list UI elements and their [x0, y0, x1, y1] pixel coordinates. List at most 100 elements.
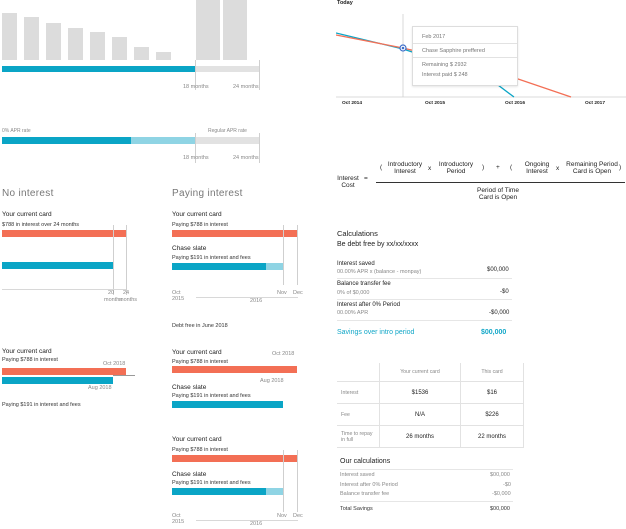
line-chart-x-label-1: Oct 2014 — [342, 101, 363, 106]
top-label-24: 24 months — [233, 84, 259, 90]
no-interest-axis-20 — [113, 225, 114, 295]
calc-row-3-sub: 00.00% APR — [337, 310, 369, 316]
mid2-blue-bar — [172, 401, 283, 408]
calc-row-2-value: -$0 — [500, 289, 509, 295]
line-chart-tooltip: Feb 2017 Chase Sapphire preffered Remain… — [412, 26, 518, 86]
our-calcs-row-1-label: Interest saved — [340, 472, 375, 478]
paying-year-rule — [196, 297, 298, 298]
mid3-lightblue-bar — [266, 488, 283, 495]
mid2-title: Your current card — [172, 349, 222, 356]
no-interest-tick-20: 20 — [108, 290, 115, 296]
left2-desc: Paying $788 in interest — [2, 357, 58, 363]
left2-blue-bar — [2, 377, 113, 384]
compare-cell-this: $16 — [460, 381, 524, 404]
left2-fees: Paying $191 in interest and fees — [2, 402, 81, 408]
formula-intro-interest: Introductory Interest — [387, 161, 423, 175]
mid3-year-rule — [196, 520, 298, 521]
compare-cell-pad — [524, 426, 585, 448]
paying-2016: 2016 — [250, 298, 263, 304]
compare-cell-current: N/A — [379, 403, 461, 426]
apr-bar-regular — [195, 137, 259, 144]
mid3-desc: Paying $788 in interest — [172, 447, 228, 453]
left2-orange-bar — [2, 368, 126, 375]
mid2-desc: Paying $788 in interest — [172, 359, 228, 365]
mid2-aug2018: Aug 2018 — [260, 378, 284, 384]
calc-row-3-label: Interest after 0% Period — [337, 302, 401, 308]
compare-header-this: This card — [460, 363, 524, 382]
compare-cell-label: Interest — [337, 381, 380, 404]
top-chart-bar — [196, 0, 220, 60]
top-chart-bar — [112, 37, 127, 60]
calc-row-3-value: -$0,000 — [489, 310, 510, 316]
top-divider-24 — [259, 60, 260, 90]
our-calcs-row-2-label: Interest after 0% Period — [340, 482, 398, 488]
top-chart-bar — [24, 17, 39, 60]
paying-lightblue-bar — [266, 263, 283, 270]
our-calcs-total-value: $00,000 — [490, 506, 510, 512]
line-chart-x-label-4: Oct 2017 — [585, 101, 606, 106]
compare-cell-current: $1536 — [379, 381, 461, 404]
tooltip-date: Feb 2017 — [422, 34, 446, 40]
compare-cell-this: $226 — [460, 403, 524, 426]
mid2-slate-title: Chase slate — [172, 384, 207, 391]
formula-remaining-period: Remaining Period Card is Open — [566, 161, 618, 175]
apr-divider-24 — [259, 133, 260, 163]
top-bar-chart — [0, 0, 262, 62]
paying-slate-desc: Paying $191 in interest and fees — [172, 255, 251, 261]
formula-plus: + — [496, 164, 500, 171]
mid3-blue-bar — [172, 488, 266, 495]
mid2-oct2018: Oct 2018 — [272, 351, 295, 357]
no-interest-blue-bar — [2, 262, 113, 269]
calc-row-2-sub: 0% of $0,000 — [337, 290, 370, 296]
compare-cell-label: Fee — [337, 403, 380, 426]
mid3-axis-nov — [283, 450, 284, 512]
top-progress-filled — [2, 66, 195, 72]
mid3-slate-desc: Paying $191 in interest and fees — [172, 480, 251, 486]
paying-blue-bar — [172, 263, 266, 270]
tooltip-remaining: Remaining $ 2932 — [422, 62, 467, 68]
top-progress-remaining — [195, 66, 259, 72]
formula-fraction-line — [376, 182, 625, 183]
left2-rule — [113, 375, 135, 376]
calculations-debt-free: Be debt free by xx/xx/xxxx — [337, 241, 419, 248]
mid3-dec: Dec — [293, 513, 303, 519]
compare-table: Your current card This card Interest $15… — [337, 363, 584, 448]
formula-eq: = — [364, 175, 368, 182]
formula-paren-close-2: ) — [619, 164, 622, 171]
calc-row-1-value: $00,000 — [487, 267, 509, 273]
paying-nov: Nov — [277, 290, 287, 296]
paying-orange-bar — [172, 230, 297, 237]
apr-left-label: 0% APR rate — [2, 128, 31, 134]
apr-label-24: 24 months — [233, 155, 259, 161]
compare-cell-current: 26 months — [379, 425, 461, 448]
calc-total-label: Savings over intro period — [337, 329, 415, 336]
calc-row-2-label: Balance transfer fee — [337, 281, 391, 287]
formula-paren-close: ) — [482, 164, 485, 171]
left2-oct2018: Oct 2018 — [103, 361, 126, 367]
no-interest-tick-24: 24 — [123, 290, 130, 296]
paying-axis-dec — [297, 225, 298, 285]
top-chart-bar — [156, 52, 171, 60]
our-calcs-title: Our calculations — [340, 458, 391, 465]
tooltip-divider-1 — [413, 43, 517, 44]
formula-ongoing-interest: Ongoing Interest — [524, 161, 550, 175]
our-calcs-divider-top — [340, 469, 513, 470]
formula-lhs: Interest Cost — [337, 175, 359, 189]
mid3-slate-title: Chase slate — [172, 471, 207, 478]
mid3-axis-dec — [297, 450, 298, 512]
no-interest-axis-24 — [126, 225, 127, 295]
paying-interest-heading: Paying interest — [172, 188, 243, 199]
compare-header-current: Your current card — [379, 363, 461, 382]
line-chart-hover-point-dot — [401, 46, 405, 50]
line-chart-x-label-2: Oct 2015 — [425, 101, 446, 106]
paying-slate-title: Chase slate — [172, 245, 207, 252]
paying-axis-nov — [283, 225, 284, 285]
mid2-orange-bar — [172, 366, 297, 373]
no-interest-card-desc: $788 in interest over 24 months — [2, 222, 80, 228]
formula-divisor: Period of Time Card is Open — [477, 187, 519, 201]
top-chart-bar — [2, 13, 17, 60]
calc-row-1-sub: 00.00% APR x (balance - monpay) — [337, 269, 422, 275]
line-chart-x-label-3: Oct 2016 — [505, 101, 526, 106]
mid3-nov: Nov — [277, 513, 287, 519]
mid3-title: Your current card — [172, 436, 222, 443]
